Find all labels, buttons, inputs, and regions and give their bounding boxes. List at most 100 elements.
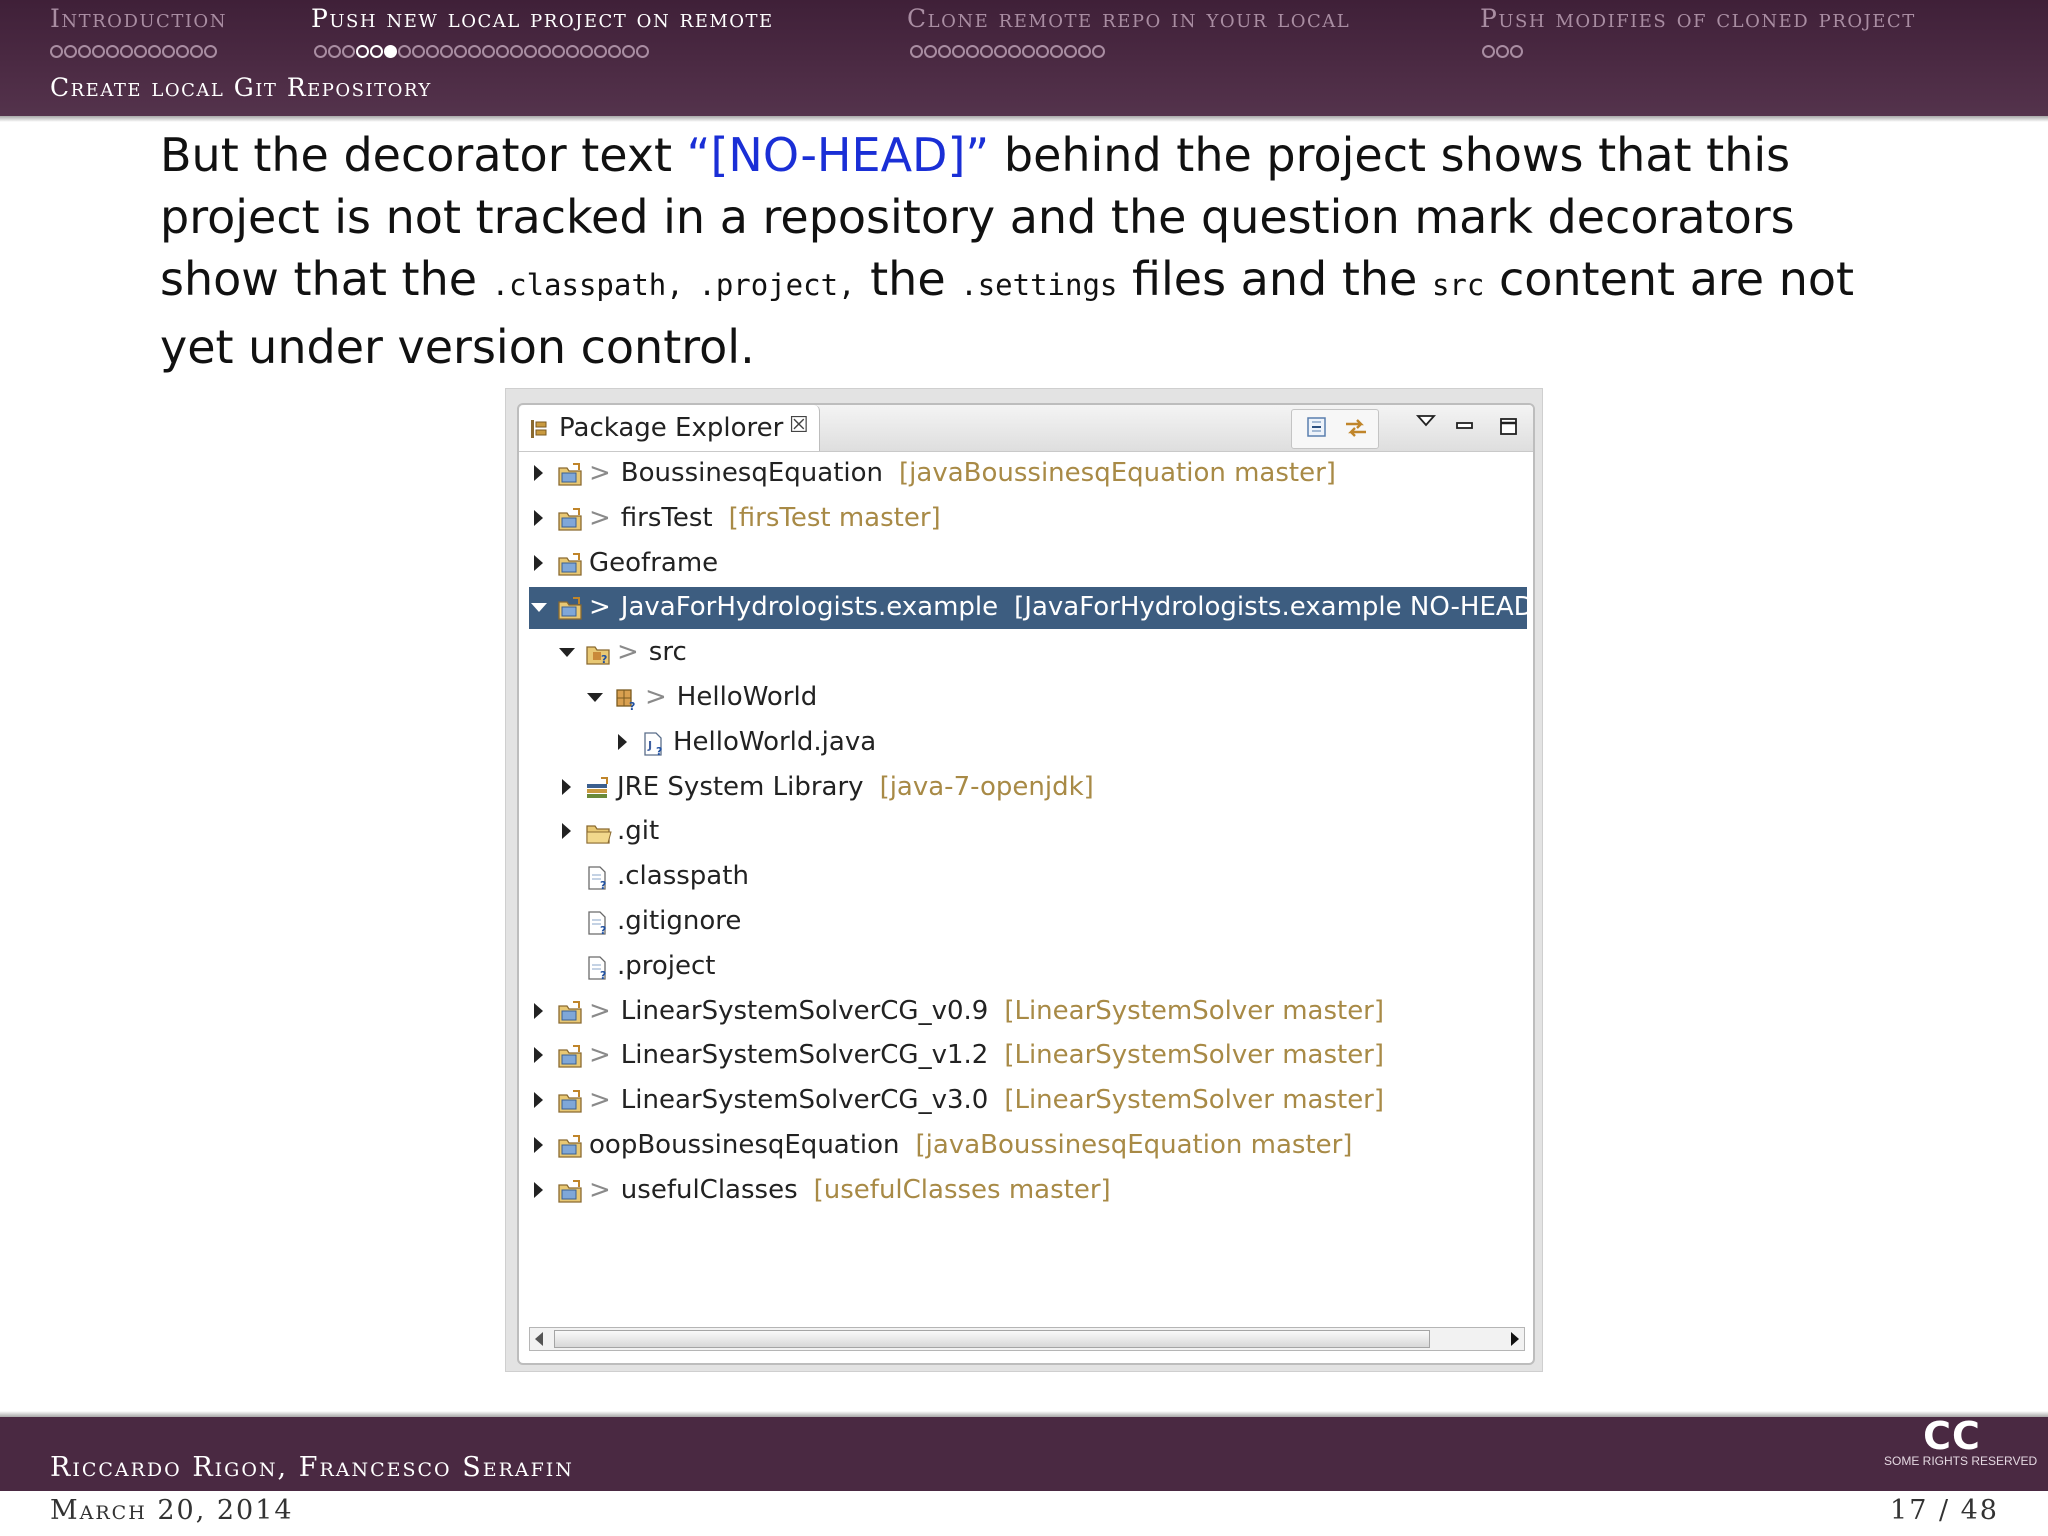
expand-arrow-right-icon[interactable] [534, 509, 543, 526]
nav-dot[interactable] [78, 45, 91, 58]
nav-dot[interactable] [370, 45, 383, 58]
nav-dot[interactable] [538, 45, 551, 58]
nav-dot[interactable] [1496, 45, 1509, 58]
nav-dot[interactable] [176, 45, 189, 58]
nav-dots-introduction[interactable] [50, 45, 218, 63]
nav-section-push-new-local-project[interactable]: Push new local project on remote [311, 4, 774, 33]
collapse-all-icon[interactable] [1305, 415, 1329, 443]
nav-section-push-modifies[interactable]: Push modifies of cloned project [1480, 4, 1916, 33]
nav-dot[interactable] [980, 45, 993, 58]
nav-dot[interactable] [1510, 45, 1523, 58]
nav-dot[interactable] [924, 45, 937, 58]
nav-dot[interactable] [162, 45, 175, 58]
nav-dots-clone-remote-repo[interactable] [910, 45, 1106, 63]
expand-arrow-right-icon[interactable] [618, 733, 627, 750]
nav-dot[interactable] [356, 45, 369, 58]
expand-arrow-right-icon[interactable] [534, 465, 543, 481]
tree-row[interactable]: Geoframe [529, 543, 1527, 585]
expand-arrow-right-icon[interactable] [562, 823, 571, 840]
nav-dot[interactable] [966, 45, 979, 58]
nav-section-introduction[interactable]: Introduction [50, 4, 227, 33]
scrollbar-thumb[interactable] [554, 1330, 1430, 1348]
nav-dot[interactable] [1064, 45, 1077, 58]
nav-dot[interactable] [64, 45, 77, 58]
nav-dot[interactable] [482, 45, 495, 58]
nav-dot[interactable] [524, 45, 537, 58]
nav-dot[interactable] [1050, 45, 1063, 58]
tree-row[interactable]: > usefulClasses [usefulClasses master] [529, 1170, 1527, 1212]
nav-dot[interactable] [398, 45, 411, 58]
tree-row[interactable]: ? .gitignore [529, 901, 1527, 943]
view-menu-icon[interactable] [1415, 413, 1437, 433]
scroll-left-icon[interactable] [535, 1332, 543, 1346]
expand-arrow-right-icon[interactable] [534, 1137, 543, 1153]
nav-dot[interactable] [92, 45, 105, 58]
close-icon[interactable]: ☒ [789, 413, 809, 438]
tree-row[interactable]: ? > src [529, 632, 1527, 674]
expand-arrow-right-icon[interactable] [534, 554, 543, 571]
tree-row[interactable]: > BoussinesqEquation [javaBoussinesqEquati… [529, 453, 1527, 495]
tree-row[interactable]: J? HelloWorld.java [529, 722, 1527, 764]
minimize-icon[interactable] [1455, 417, 1475, 436]
expand-arrow-down-icon[interactable] [587, 693, 603, 702]
nav-dot[interactable] [510, 45, 523, 58]
expand-arrow-right-icon[interactable] [534, 1002, 543, 1019]
nav-dot[interactable] [580, 45, 593, 58]
nav-section-clone-remote-repo[interactable]: Clone remote repo in your local [907, 4, 1350, 33]
nav-dot[interactable] [1036, 45, 1049, 58]
expand-arrow-right-icon[interactable] [534, 1181, 543, 1198]
nav-dot[interactable] [1092, 45, 1105, 58]
nav-dot[interactable] [342, 45, 355, 58]
tree-row[interactable]: > LinearSystemSolverCG_v0.9 [LinearSystemS… [529, 991, 1527, 1033]
nav-dot[interactable] [1022, 45, 1035, 58]
nav-dot[interactable] [148, 45, 161, 58]
expand-arrow-down-icon[interactable] [559, 648, 575, 658]
tree-row[interactable]: .git [529, 811, 1527, 853]
nav-dot[interactable] [566, 45, 579, 58]
nav-dot[interactable] [204, 45, 217, 58]
tree-row[interactable]: > LinearSystemSolverCG_v3.0 [LinearSystemS… [529, 1080, 1527, 1122]
scroll-right-icon[interactable] [1511, 1332, 1519, 1346]
horizontal-scrollbar[interactable] [529, 1327, 1525, 1351]
nav-dot[interactable] [608, 45, 621, 58]
nav-dot[interactable] [468, 45, 481, 58]
tree-row[interactable]: > LinearSystemSolverCG_v1.2 [LinearSystemS… [529, 1035, 1527, 1077]
expand-arrow-right-icon[interactable] [534, 1047, 543, 1064]
nav-dot[interactable] [190, 45, 203, 58]
nav-dot[interactable] [622, 45, 635, 58]
nav-dot[interactable] [120, 45, 133, 58]
tree-row[interactable]: ? .project [529, 946, 1527, 988]
nav-dot[interactable] [440, 45, 453, 58]
nav-dot[interactable] [1482, 45, 1495, 58]
nav-dot[interactable] [314, 45, 327, 58]
nav-dot[interactable] [938, 45, 951, 58]
nav-dot[interactable] [384, 45, 397, 58]
tree-row[interactable]: ? .classpath [529, 856, 1527, 898]
nav-dots-push-modifies[interactable] [1482, 45, 1524, 63]
maximize-icon[interactable] [1499, 417, 1519, 441]
nav-dot[interactable] [910, 45, 923, 58]
nav-dot[interactable] [1008, 45, 1021, 58]
nav-dot[interactable] [594, 45, 607, 58]
nav-dot[interactable] [994, 45, 1007, 58]
link-with-editor-icon[interactable] [1343, 415, 1369, 445]
tree-row[interactable]: ? > HelloWorld [529, 677, 1527, 719]
expand-arrow-right-icon[interactable] [534, 1092, 543, 1109]
nav-dot[interactable] [1078, 45, 1091, 58]
nav-dot[interactable] [134, 45, 147, 58]
nav-dot[interactable] [552, 45, 565, 58]
nav-dot[interactable] [952, 45, 965, 58]
nav-dot[interactable] [50, 45, 63, 58]
tree-row[interactable]: oopBoussinesqEquation [javaBoussinesqEqua… [529, 1125, 1527, 1167]
nav-dot[interactable] [636, 45, 649, 58]
nav-dot[interactable] [454, 45, 467, 58]
tree-row[interactable]: > JavaForHydrologists.example [JavaForHydr… [529, 587, 1533, 630]
nav-dot[interactable] [106, 45, 119, 58]
nav-dot[interactable] [412, 45, 425, 58]
expand-arrow-down-icon[interactable] [531, 603, 547, 613]
tree-row[interactable]: JRE System Library [java-7-openjdk] [529, 767, 1527, 809]
package-explorer-tab[interactable]: Package Explorer ☒ [519, 405, 820, 451]
nav-dots-push-new-local-project[interactable] [314, 45, 650, 63]
nav-dot[interactable] [496, 45, 509, 58]
nav-dot[interactable] [328, 45, 341, 58]
